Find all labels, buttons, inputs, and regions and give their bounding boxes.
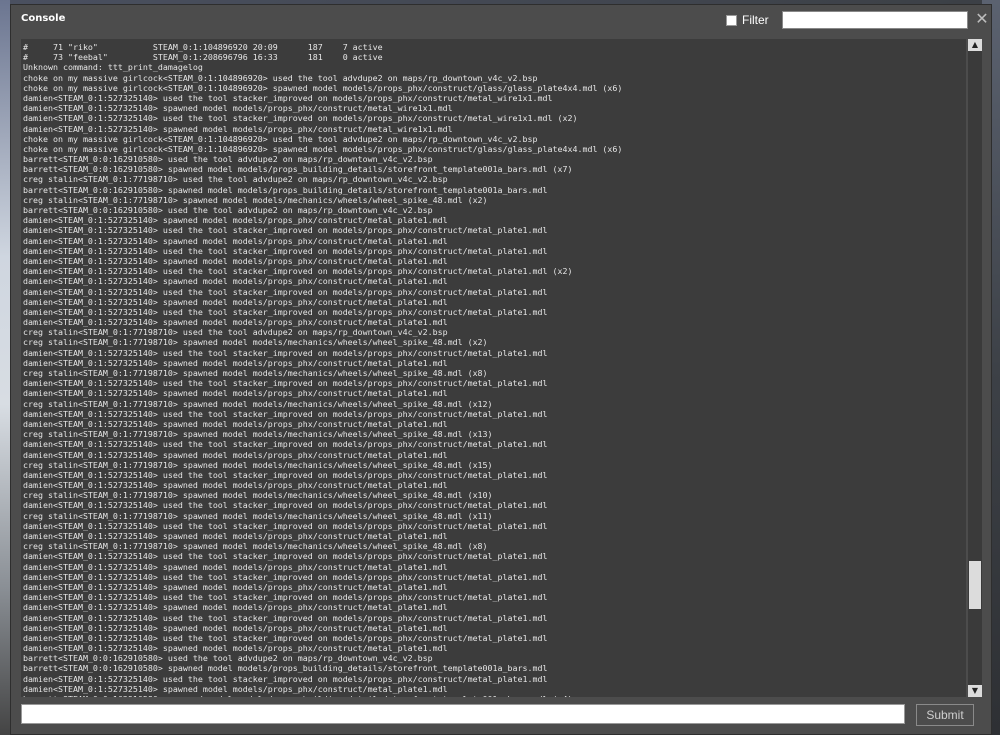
log-line: # 73 "feebal" STEAM_0:1:208696796 16:33 … xyxy=(23,52,383,63)
log-line: damien<STEAM_0:1:527325140> spawned mode… xyxy=(23,480,448,491)
log-line: damien<STEAM_0:1:527325140> spawned mode… xyxy=(23,581,448,592)
log-line: creg stalin<STEAM_0:1:77198710> used the… xyxy=(23,327,448,338)
log-line: barrett<STEAM_0:0:162910580> spawned mod… xyxy=(23,164,573,175)
console-output[interactable]: # 71 "riko" STEAM_0:1:104896920 20:09 18… xyxy=(21,39,966,697)
log-line: damien<STEAM_0:1:527325140> spawned mode… xyxy=(23,317,448,328)
log-line: damien<STEAM_0:1:527325140> spawned mode… xyxy=(23,683,448,694)
log-line: damien<STEAM_0:1:527325140> used the too… xyxy=(23,286,548,297)
scroll-up-icon[interactable]: ▲ xyxy=(968,39,982,51)
log-line: creg stalin<STEAM_0:1:77198710> spawned … xyxy=(23,541,488,552)
log-line: damien<STEAM_0:1:527325140> used the too… xyxy=(23,551,548,562)
log-line: creg stalin<STEAM_0:1:77198710> spawned … xyxy=(23,368,488,378)
log-line: damien<STEAM_0:1:527325140> used the too… xyxy=(23,520,548,531)
log-line: damien<STEAM_0:1:527325140> used the too… xyxy=(23,408,548,419)
log-line: damien<STEAM_0:1:527325140> spawned mode… xyxy=(23,449,448,460)
log-line: choke on my massive girlcock<STEAM_0:1:1… xyxy=(23,133,538,144)
log-line: damien<STEAM_0:1:527325140> used the too… xyxy=(23,592,548,603)
log-line: damien<STEAM_0:1:527325140> spawned mode… xyxy=(23,357,448,368)
filter-input[interactable] xyxy=(782,11,968,29)
log-line: damien<STEAM_0:1:527325140> spawned mode… xyxy=(23,531,448,541)
command-input[interactable] xyxy=(21,704,905,724)
log-line: damien<STEAM_0:1:527325140> used the too… xyxy=(23,245,548,256)
log-line: creg stalin<STEAM_0:1:77198710> spawned … xyxy=(23,459,493,470)
log-line: damien<STEAM_0:1:527325140> spawned mode… xyxy=(23,418,448,429)
log-line: barrett<STEAM_0:0:162910580> used the to… xyxy=(23,154,433,165)
log-line: damien<STEAM_0:1:527325140> spawned mode… xyxy=(23,215,448,226)
window-title: Console xyxy=(21,13,66,24)
log-line: damien<STEAM_0:1:527325140> spawned mode… xyxy=(23,602,448,613)
console-log-text: # 71 "riko" STEAM_0:1:104896920 20:09 18… xyxy=(21,39,966,697)
log-line: damien<STEAM_0:1:527325140> spawned mode… xyxy=(23,622,448,633)
log-line: barrett<STEAM_0:0:162910580> spawned mod… xyxy=(23,663,548,674)
log-line: damien<STEAM_0:1:527325140> used the too… xyxy=(23,632,548,643)
log-line: creg stalin<STEAM_0:1:77198710> used the… xyxy=(23,174,448,185)
background-left-edge xyxy=(0,0,10,735)
close-icon[interactable]: ✕ xyxy=(975,10,989,28)
log-line: Unknown command: ttt_print_damagelog xyxy=(23,62,203,73)
log-line: choke on my massive girlcock<STEAM_0:1:1… xyxy=(23,143,623,154)
filter-label: Filter xyxy=(742,13,769,27)
log-line: damien<STEAM_0:1:527325140> used the too… xyxy=(23,500,548,511)
log-line: damien<STEAM_0:1:527325140> used the too… xyxy=(23,113,578,124)
log-line: damien<STEAM_0:1:527325140> used the too… xyxy=(23,225,548,236)
log-line: damien<STEAM_0:1:527325140> used the too… xyxy=(23,612,548,623)
log-line: damien<STEAM_0:1:527325140> used the too… xyxy=(23,266,573,277)
log-line: creg stalin<STEAM_0:1:77198710> spawned … xyxy=(23,194,488,205)
log-line: damien<STEAM_0:1:527325140> used the too… xyxy=(23,378,548,389)
log-line: damien<STEAM_0:1:527325140> used the too… xyxy=(23,439,548,450)
log-line: creg stalin<STEAM_0:1:77198710> spawned … xyxy=(23,490,493,501)
console-scrollbar[interactable]: ▲ ▼ xyxy=(968,39,982,697)
log-line: barrett<STEAM_0:0:162910580> spawned mod… xyxy=(23,694,966,697)
log-line: creg stalin<STEAM_0:1:77198710> spawned … xyxy=(23,398,493,409)
log-line: damien<STEAM_0:1:527325140> used the too… xyxy=(23,469,548,480)
log-line: damien<STEAM_0:1:527325140> spawned mode… xyxy=(23,123,453,134)
log-line: choke on my massive girlcock<STEAM_0:1:1… xyxy=(23,72,538,83)
console-window: Console Filter ✕ # 71 "riko" STEAM_0:1:1… xyxy=(10,4,992,735)
log-line: # 71 "riko" STEAM_0:1:104896920 20:09 18… xyxy=(23,42,383,52)
log-line: damien<STEAM_0:1:527325140> spawned mode… xyxy=(23,235,448,246)
log-line: creg stalin<STEAM_0:1:77198710> spawned … xyxy=(23,337,488,348)
log-line: damien<STEAM_0:1:527325140> used the too… xyxy=(23,571,548,582)
log-line: choke on my massive girlcock<STEAM_0:1:1… xyxy=(23,82,623,93)
log-line: damien<STEAM_0:1:527325140> spawned mode… xyxy=(23,643,448,654)
log-line: barrett<STEAM_0:0:162910580> used the to… xyxy=(23,205,433,215)
scrollbar-thumb[interactable] xyxy=(969,561,981,609)
log-line: creg stalin<STEAM_0:1:77198710> spawned … xyxy=(23,510,493,521)
submit-button[interactable]: Submit xyxy=(916,704,974,726)
log-line: damien<STEAM_0:1:527325140> used the too… xyxy=(23,92,553,103)
log-line: damien<STEAM_0:1:527325140> spawned mode… xyxy=(23,276,448,287)
log-line: barrett<STEAM_0:0:162910580> used the to… xyxy=(23,653,433,664)
log-line: damien<STEAM_0:1:527325140> spawned mode… xyxy=(23,103,453,114)
scroll-down-icon[interactable]: ▼ xyxy=(968,685,982,697)
log-line: damien<STEAM_0:1:527325140> used the too… xyxy=(23,347,548,358)
log-line: damien<STEAM_0:1:527325140> spawned mode… xyxy=(23,388,448,399)
log-line: creg stalin<STEAM_0:1:77198710> spawned … xyxy=(23,429,493,440)
log-line: damien<STEAM_0:1:527325140> spawned mode… xyxy=(23,255,448,266)
log-line: barrett<STEAM_0:0:162910580> spawned mod… xyxy=(23,184,548,195)
log-line: damien<STEAM_0:1:527325140> used the too… xyxy=(23,306,548,317)
log-line: damien<STEAM_0:1:527325140> used the too… xyxy=(23,673,548,684)
filter-toggle[interactable]: Filter xyxy=(726,13,769,27)
filter-checkbox[interactable] xyxy=(726,14,737,26)
log-line: damien<STEAM_0:1:527325140> spawned mode… xyxy=(23,561,448,572)
log-line: damien<STEAM_0:1:527325140> spawned mode… xyxy=(23,296,448,307)
